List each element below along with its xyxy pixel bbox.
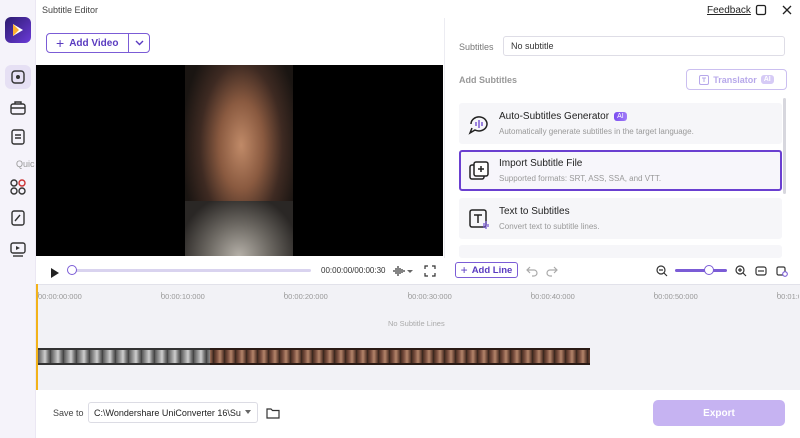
play-icon[interactable] [50, 265, 60, 278]
translate-icon [699, 74, 710, 85]
edit-file-icon[interactable] [9, 209, 27, 227]
undo-icon[interactable] [526, 264, 538, 277]
export-button[interactable]: Export [653, 400, 785, 426]
card-description: Automatically generate subtitles in the … [499, 127, 694, 136]
playback-knob[interactable] [67, 265, 77, 275]
auto-subtitles-card[interactable]: Auto-Subtitles Generator AI Automaticall… [459, 103, 782, 144]
feedback-link[interactable]: Feedback [707, 5, 751, 16]
folder-icon[interactable] [266, 406, 280, 419]
document-icon[interactable] [9, 128, 27, 146]
dropdown-caret-icon [245, 410, 251, 414]
card-description: Supported formats: SRT, ASS, SSA, and VT… [499, 174, 662, 183]
timecode: 00:00:00/00:00:30 [321, 266, 386, 275]
panel-scrollbar[interactable] [783, 98, 786, 194]
text-document-icon [467, 207, 491, 231]
fullscreen-icon[interactable] [424, 264, 436, 277]
audio-waveform-icon[interactable] [393, 264, 405, 276]
import-file-icon [467, 159, 491, 183]
add-line-button[interactable]: + Add Line [455, 262, 518, 278]
translator-label: Translator [713, 74, 757, 85]
ruler-label: 00:00:00:000 [38, 292, 82, 301]
quick-label: Quic [16, 159, 35, 169]
translator-ai-badge: AI [760, 75, 774, 84]
toolbox-icon[interactable] [9, 99, 27, 117]
left-sidebar: Quic [0, 0, 36, 438]
close-icon[interactable] [781, 3, 793, 15]
plus-icon: + [56, 35, 65, 51]
save-path-value: C:\Wondershare UniConverter 16\Su [94, 407, 241, 418]
zoom-out-icon[interactable] [656, 264, 668, 277]
video-frame [185, 65, 293, 256]
empty-subtitles-text: No Subtitle Lines [388, 319, 445, 328]
video-preview[interactable] [36, 65, 443, 256]
add-subtitles-heading: Add Subtitles [459, 75, 517, 85]
zoom-in-icon[interactable] [735, 264, 747, 277]
manual-subtitles-card-partial[interactable] [459, 245, 782, 258]
add-video-label: Add Video [69, 37, 119, 49]
home-icon[interactable] [5, 65, 31, 89]
subtitles-label: Subtitles [459, 42, 494, 52]
card-title: Text to Subtitles [499, 206, 570, 217]
video-track-thumbnails [38, 348, 210, 365]
playback-progress-track[interactable] [70, 269, 311, 272]
plus-icon: + [460, 263, 468, 277]
card-description: Convert text to subtitle lines. [499, 222, 600, 231]
chevron-down-icon [135, 40, 143, 46]
text-to-subtitles-card[interactable]: Text to Subtitles Convert text to subtit… [459, 198, 782, 239]
ruler-label: 00:00:50:000 [654, 292, 698, 301]
add-line-label: Add Line [471, 264, 513, 276]
save-to-label: Save to [53, 408, 84, 418]
app-logo [5, 17, 31, 43]
ai-badge: AI [614, 112, 627, 121]
subtitles-select[interactable]: No subtitle [503, 36, 785, 56]
window-title: Subtitle Editor [42, 5, 99, 15]
ruler-label: 00:00:10:000 [161, 292, 205, 301]
import-subtitle-card[interactable]: Import Subtitle File Supported formats: … [459, 150, 782, 191]
ruler-label: 00:00:40:000 [531, 292, 575, 301]
fit-timeline-icon[interactable] [755, 264, 767, 276]
ruler-label: 00:01:0 [777, 292, 799, 301]
panel-divider [444, 18, 445, 258]
speech-bubble-icon [467, 112, 491, 136]
card-title: Import Subtitle File [499, 158, 583, 169]
add-video-main[interactable]: + Add Video [47, 34, 128, 52]
timeline-playhead[interactable] [36, 284, 38, 390]
subtitle-settings-icon[interactable] [776, 264, 788, 277]
audio-dropdown-icon[interactable] [406, 264, 414, 276]
redo-icon[interactable] [546, 264, 558, 277]
ruler-label: 00:00:30:000 [408, 292, 452, 301]
add-video-button[interactable]: + Add Video [46, 33, 150, 53]
restore-icon[interactable] [755, 3, 767, 16]
add-video-dropdown[interactable] [128, 34, 149, 52]
zoom-slider-knob[interactable] [704, 265, 714, 275]
ruler-label: 00:00:20:000 [284, 292, 328, 301]
zoom-slider-track[interactable] [675, 269, 727, 272]
save-path-select[interactable]: C:\Wondershare UniConverter 16\Su [88, 402, 258, 423]
apps-icon[interactable] [9, 178, 27, 196]
translator-button[interactable]: Translator AI [686, 69, 787, 90]
subtitle-icon[interactable] [9, 240, 27, 258]
card-title: Auto-Subtitles Generator [499, 111, 610, 122]
